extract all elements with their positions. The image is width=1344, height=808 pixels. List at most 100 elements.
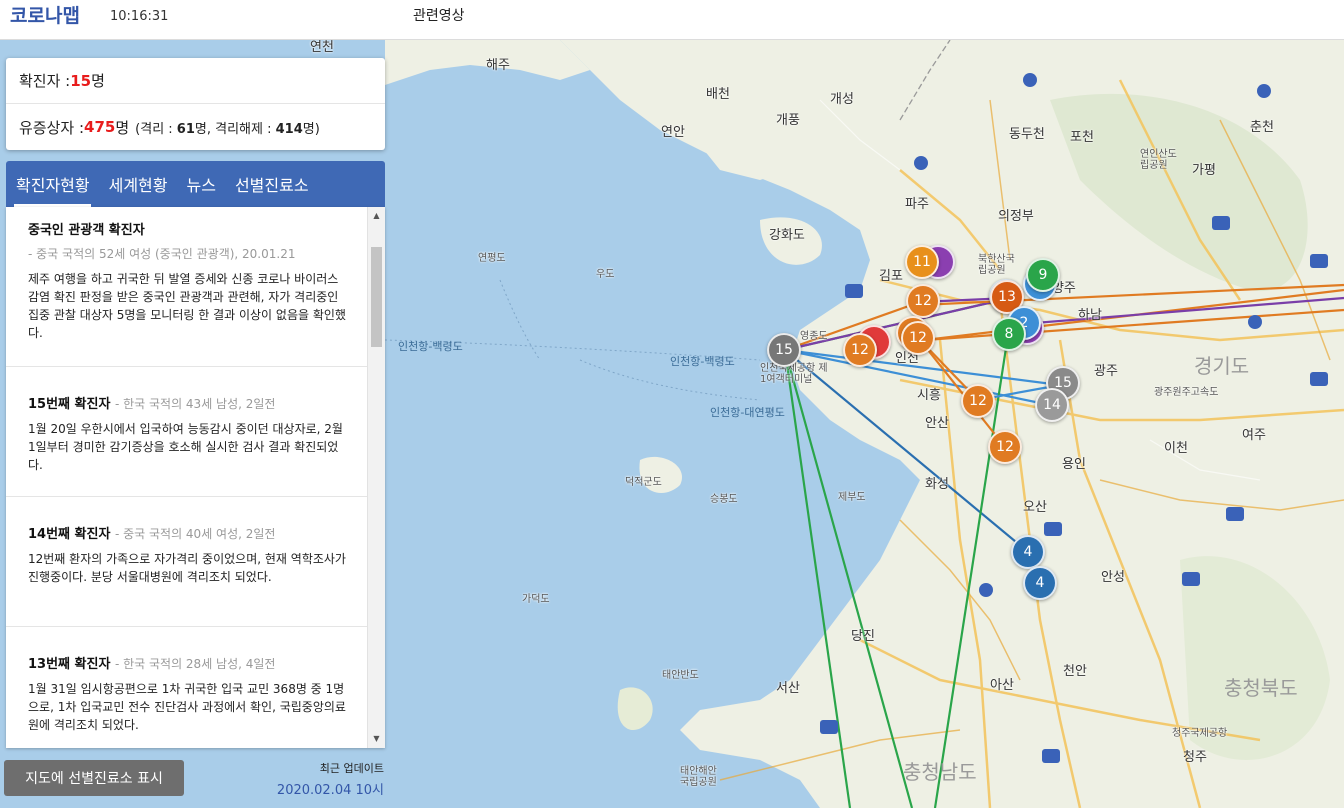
case-meta: - 한국 국적의 28세 남성, 4일전 [114,657,276,671]
map-label: 청주국제공항 [1172,728,1228,739]
map-label: 청주 [1183,750,1207,765]
ferry-route-label: 인천항-대연평도 [710,406,785,419]
suspected-value: 475 [84,118,116,136]
case-title-row: 15번째 확진자 - 한국 국적의 43세 남성, 2일전 [28,393,349,412]
released-value: 414 [275,121,303,137]
case-marker[interactable]: 15 [767,333,801,367]
tab-screening-clinics[interactable]: 선별진료소 [225,161,318,207]
update-time: 2020.02.04 10시 [276,783,384,798]
map-label: 이천 [1164,441,1188,456]
confirmed-unit: 명 [91,72,105,90]
isolated-value: 61 [176,121,195,137]
map-label: 당진 [851,629,875,644]
isolation-detail: (격리 : 61명, 격리해제 : 414명) [135,118,320,137]
map-label: 아산 [990,678,1014,693]
detail-close: 명) [302,121,320,137]
map-label: 제부도 [838,492,866,503]
case-description: 1월 20일 우한시에서 입국하여 능동감시 중이던 대상자로, 2월 1일부터… [28,422,343,472]
ferry-route-label: 인천항-백령도 [670,355,735,368]
case-marker[interactable]: 8 [992,317,1026,351]
map-label: 가덕도 [522,594,550,605]
list-item[interactable]: 14번째 확진자 - 중국 국적의 40세 여성, 2일전 12번째 환자의 가… [6,497,367,627]
list-item[interactable]: 중국인 관광객 확진자 - 중국 국적의 52세 여성 (중국인 관광객), 2… [6,207,367,367]
case-marker[interactable]: 12 [901,321,935,355]
map-label: 천안 [1063,664,1087,679]
map-label: 동두천 [1009,127,1045,142]
case-marker[interactable]: 12 [843,333,877,367]
map-label: 태안해안국립공원 [680,766,717,788]
case-title: 14번째 확진자 [28,527,111,542]
case-marker[interactable]: 14 [1035,388,1069,422]
map-label: 파주 [905,197,929,212]
map-label: 충청남도 [903,760,977,784]
map-label: 해주 [486,58,510,73]
scroll-down-icon[interactable]: ▼ [368,732,385,746]
map-label: 충청북도 [1224,676,1298,700]
case-description: 12번째 환자의 가족으로 자가격리 중이었으며, 현재 역학조사가 진행중이다… [28,552,346,584]
map-label: 영종도 [800,331,828,342]
map-label: 오산 [1023,500,1047,515]
confirmed-value: 15 [70,71,92,90]
suspected-unit: 명 [115,118,130,137]
show-clinics-on-map-button[interactable]: 지도에 선별진료소 표시 [4,760,184,796]
current-time: 10:16:31 [110,9,169,24]
case-title: 중국인 관광객 확진자 [28,223,145,238]
case-title-row: 13번째 확진자 - 한국 국적의 28세 남성, 4일전 [28,653,349,672]
scroll-thumb[interactable] [371,247,382,347]
map-label: 하남 [1078,308,1102,323]
map-label: 가평 [1192,163,1216,178]
case-description: 제주 여행을 하고 귀국한 뒤 발열 증세와 신종 코로나 바이러스 감염 확진… [28,272,346,340]
last-update: 최근 업데이트 2020.02.04 10시 [270,760,384,798]
case-title: 15번째 확진자 [28,397,111,412]
map-label: 용인 [1062,457,1086,472]
map-label: 화성 [925,477,949,492]
top-bar: 코로나맵 10:16:31 관련영상 [0,0,1344,40]
map-label: 여주 [1242,428,1266,443]
scroll-up-icon[interactable]: ▲ [368,209,385,223]
map-label: 태안반도 [662,670,699,681]
case-marker[interactable]: 4 [1023,566,1057,600]
map-label: 배천 [706,87,730,102]
map-label: 연안 [661,125,685,140]
map-label: 북한산국립공원 [978,254,1015,276]
stats-card: 확진자 : 15 명 유증상자 : 475 명 (격리 : 61명, 격리해제 … [6,58,385,150]
case-list: 중국인 관광객 확진자 - 중국 국적의 52세 여성 (중국인 관광객), 2… [6,207,367,748]
confirmed-count-row: 확진자 : 15 명 [6,58,385,104]
related-videos-link[interactable]: 관련영상 [413,5,465,25]
case-marker[interactable]: 4 [1011,535,1045,569]
detail-mid: 명, 격리해제 : [194,121,276,137]
case-list-panel[interactable]: 중국인 관광객 확진자 - 중국 국적의 52세 여성 (중국인 관광객), 2… [6,207,385,748]
map-label: 연인산도립공원 [1140,149,1177,171]
case-title-row: 14번째 확진자 - 중국 국적의 40세 여성, 2일전 [28,523,349,542]
map-label: 안산 [925,416,949,431]
scrollbar[interactable]: ▲ ▼ [367,207,385,748]
case-meta: - 중국 국적의 40세 여성, 2일전 [114,527,276,541]
panel-tabs: 확진자현황 세계현황 뉴스 선별진료소 [6,161,385,207]
case-title: 13번째 확진자 [28,657,111,672]
case-marker[interactable]: 12 [906,284,940,318]
map-label: 광주 [1094,364,1118,379]
map-label: 덕적군도 [625,477,662,488]
map-label: 포천 [1070,130,1094,145]
case-marker[interactable]: 12 [988,430,1022,464]
map-label: 우도 [596,269,615,280]
map-label: 춘천 [1250,120,1274,135]
tab-news[interactable]: 뉴스 [177,161,225,207]
map-label: 강화도 [769,228,805,243]
case-marker[interactable]: 12 [961,384,995,418]
case-marker[interactable]: 9 [1026,258,1060,292]
map-label: 의정부 [998,209,1034,224]
map-label: 연천 [310,40,334,55]
map-label: 김포 [879,269,903,284]
list-item[interactable]: 15번째 확진자 - 한국 국적의 43세 남성, 2일전 1월 20일 우한시… [6,367,367,497]
tab-world-status[interactable]: 세계현황 [99,161,177,207]
map-label: 승봉도 [710,494,738,505]
list-item[interactable]: 13번째 확진자 - 한국 국적의 28세 남성, 4일전 1월 31일 임시항… [6,627,367,748]
case-meta: - 한국 국적의 43세 남성, 2일전 [114,397,276,411]
update-label: 최근 업데이트 [319,762,384,775]
map-label: 경기도 [1194,354,1250,378]
case-marker[interactable]: 11 [905,245,939,279]
map-label: 연평도 [478,253,506,264]
tab-confirmed-cases[interactable]: 확진자현황 [6,161,99,207]
brand-logo[interactable]: 코로나맵 [10,1,80,28]
